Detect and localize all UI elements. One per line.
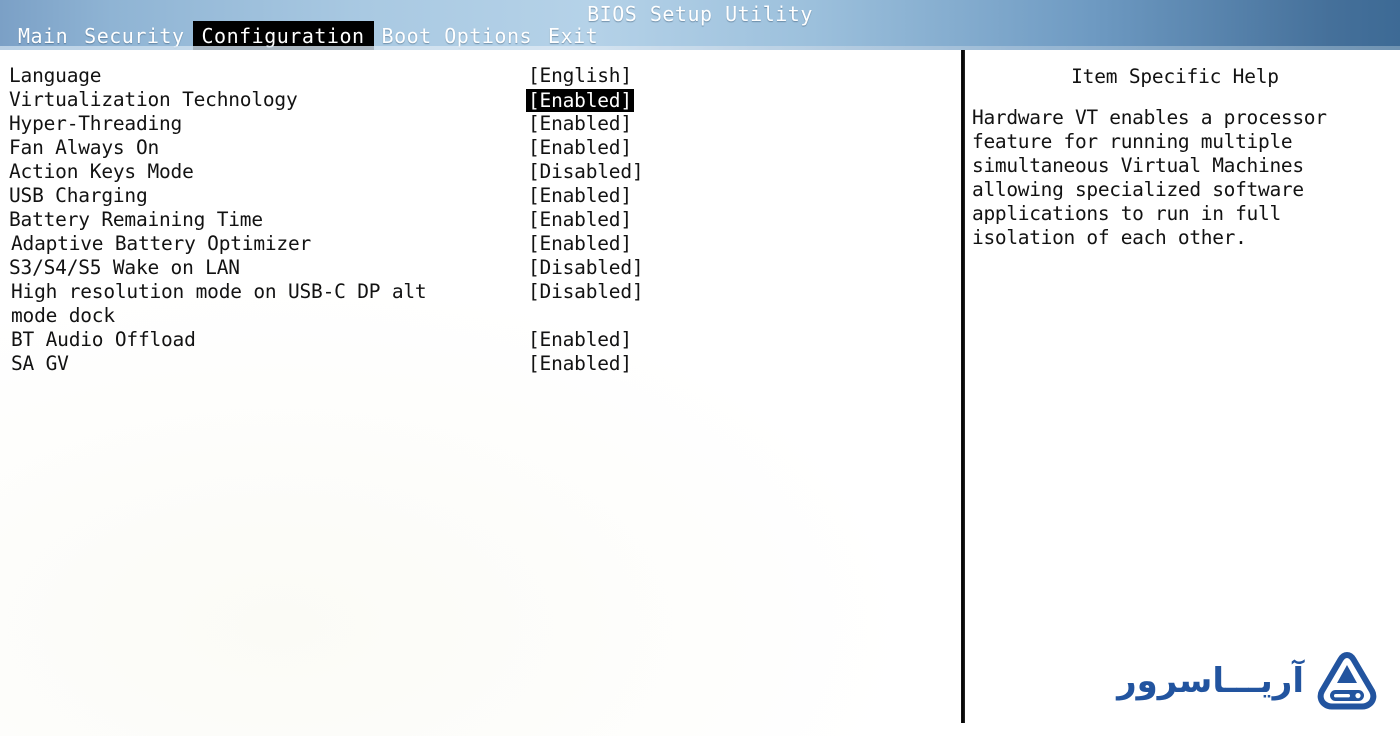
setting-value[interactable]: [Enabled] xyxy=(528,184,632,208)
bios-header-bar: BIOS Setup Utility Main Security Configu… xyxy=(0,0,1400,50)
tab-security[interactable]: Security xyxy=(76,22,192,50)
setting-value[interactable]: [Enabled] xyxy=(528,136,632,160)
setting-label: Language xyxy=(9,64,102,87)
setting-row-usb-charging[interactable]: USB Charging [Enabled] xyxy=(0,184,955,208)
setting-label: S3/S4/S5 Wake on LAN xyxy=(9,256,240,279)
item-specific-help-pane: Item Specific Help Hardware VT enables a… xyxy=(972,64,1392,250)
setting-label: Fan Always On xyxy=(9,136,160,159)
setting-value[interactable]: [Enabled] xyxy=(528,328,632,352)
setting-row-battery-remaining-time[interactable]: Battery Remaining Time [Enabled] xyxy=(0,208,955,232)
tab-main[interactable]: Main xyxy=(10,22,76,50)
setting-label: USB Charging xyxy=(9,184,148,207)
watermark: آریـــاسرور xyxy=(1117,652,1378,714)
setting-value[interactable]: [Disabled] xyxy=(528,280,644,304)
setting-label: BT Audio Offload xyxy=(11,328,196,351)
setting-value[interactable]: [Disabled] xyxy=(528,256,644,280)
help-pane-text: Hardware VT enables a processor feature … xyxy=(972,106,1327,249)
help-pane-title: Item Specific Help xyxy=(1071,65,1279,88)
setting-row-virtualization-technology[interactable]: Virtualization Technology [Enabled] xyxy=(0,88,955,112)
watermark-text: آریـــاسرور xyxy=(1117,661,1305,701)
tab-boot-options[interactable]: Boot Options xyxy=(374,22,541,50)
setting-row-adaptive-battery-optimizer[interactable]: Adaptive Battery Optimizer [Enabled] xyxy=(0,232,955,256)
setting-label: Adaptive Battery Optimizer xyxy=(11,232,312,255)
setting-value-selected[interactable]: [Enabled] xyxy=(526,89,634,112)
setting-row-wake-on-lan[interactable]: S3/S4/S5 Wake on LAN [Disabled] xyxy=(0,256,955,280)
setting-row-high-resolution-mode-wrap: mode dock xyxy=(0,304,955,328)
setting-value[interactable]: [Enabled] xyxy=(528,352,632,376)
setting-label: Action Keys Mode xyxy=(9,160,194,183)
setting-value[interactable]: [Disabled] xyxy=(528,160,644,184)
menu-bar: Main Security Configuration Boot Options… xyxy=(10,20,606,50)
setting-label: Hyper-Threading xyxy=(9,112,183,135)
setting-row-bt-audio-offload[interactable]: BT Audio Offload [Enabled] xyxy=(0,328,955,352)
setting-value[interactable]: [English] xyxy=(528,64,632,88)
setting-label-continuation: mode dock xyxy=(11,304,115,327)
setting-row-sa-gv[interactable]: SA GV [Enabled] xyxy=(0,352,955,376)
bios-setup-screen: BIOS Setup Utility Main Security Configu… xyxy=(0,0,1400,736)
setting-row-action-keys-mode[interactable]: Action Keys Mode [Disabled] xyxy=(0,160,955,184)
setting-row-language[interactable]: Language [English] xyxy=(0,64,955,88)
setting-value[interactable]: [Enabled] xyxy=(528,232,632,256)
server-drive-logo-icon xyxy=(1316,652,1378,714)
pane-divider xyxy=(961,50,965,723)
tab-configuration[interactable]: Configuration xyxy=(192,20,374,50)
setting-row-high-resolution-mode-usbc-dp[interactable]: High resolution mode on USB-C DP alt [Di… xyxy=(0,280,955,304)
setting-value[interactable]: [Enabled] xyxy=(528,112,632,136)
setting-label: High resolution mode on USB-C DP alt xyxy=(11,280,427,303)
setting-row-fan-always-on[interactable]: Fan Always On [Enabled] xyxy=(0,136,955,160)
settings-list: Language [English] Virtualization Techno… xyxy=(0,64,955,376)
setting-label: SA GV xyxy=(11,352,69,375)
tab-exit[interactable]: Exit xyxy=(540,22,606,50)
setting-value[interactable]: [Enabled] xyxy=(528,208,632,232)
setting-row-hyper-threading[interactable]: Hyper-Threading [Enabled] xyxy=(0,112,955,136)
setting-label: Virtualization Technology xyxy=(9,88,298,111)
setting-label: Battery Remaining Time xyxy=(9,208,263,231)
